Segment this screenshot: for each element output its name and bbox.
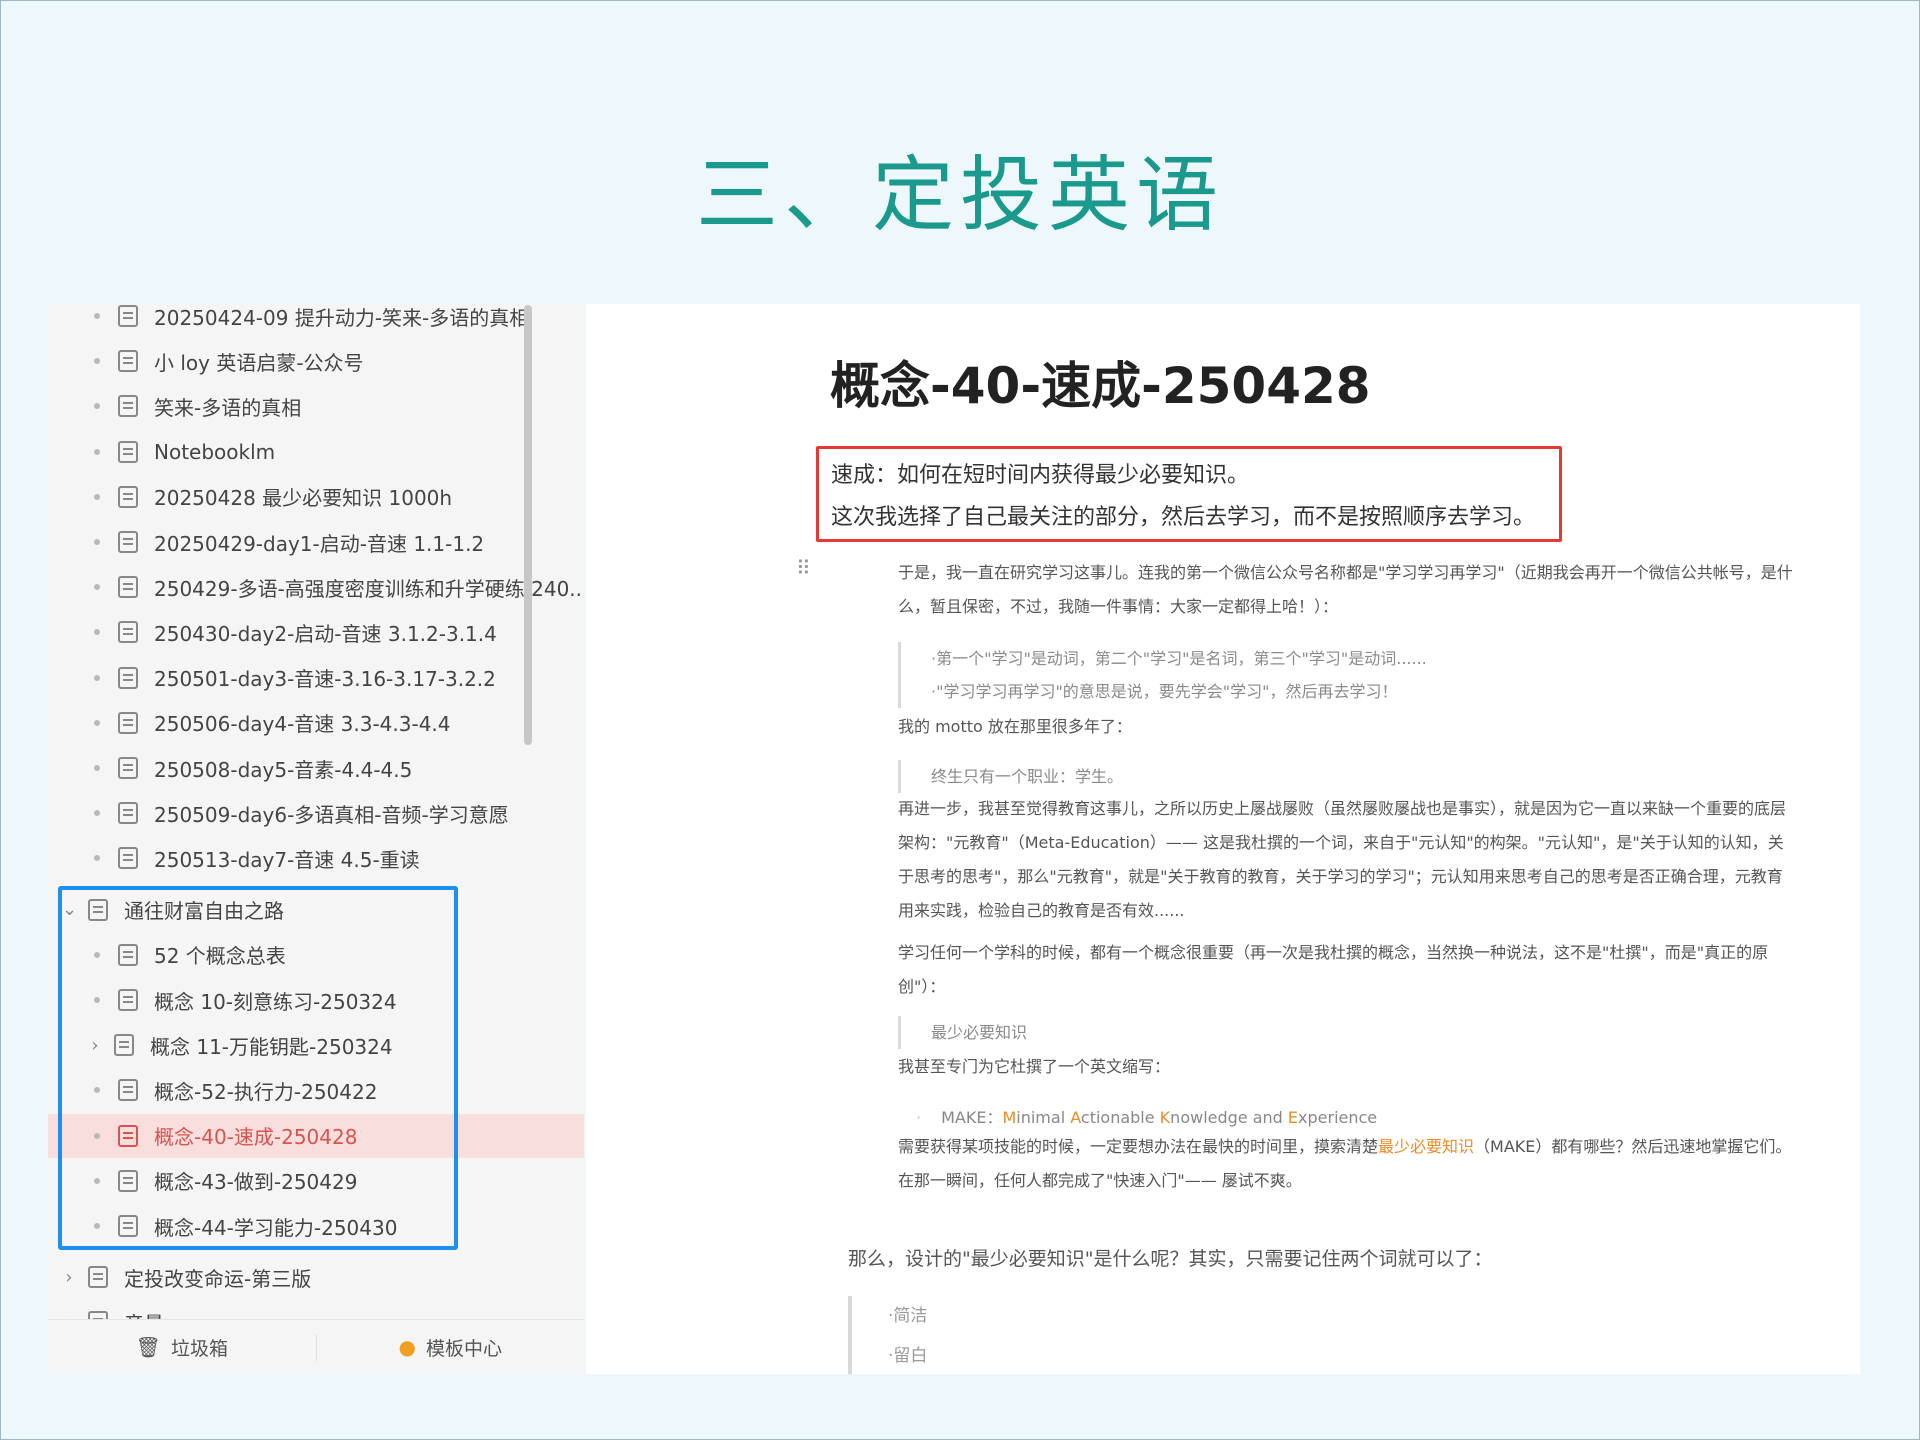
tree-item-label: 250429-多语-高强度密度训练和升学硬练 240... <box>154 576 584 601</box>
document-icon <box>118 666 138 689</box>
sidebar-item[interactable]: 250501-day3-音速-3.16-3.17-3.2.2 <box>48 656 584 700</box>
make-acronym: · MAKE：Minimal Actionable Knowledge and E… <box>916 1108 1378 1127</box>
document-icon <box>118 395 138 418</box>
bullet-dot <box>94 674 100 681</box>
document-icon <box>118 757 138 779</box>
bullet-dot <box>94 855 100 862</box>
tree-item-label: Notebooklm <box>154 439 276 464</box>
document-icon <box>118 802 138 825</box>
chevron-right-icon[interactable]: › <box>62 1267 76 1288</box>
bullet-dot <box>94 403 100 410</box>
sidebar-item[interactable]: 250506-day4-音速 3.3-4.3-4.4 <box>48 701 584 745</box>
template-center-button[interactable]: ● 模板中心 <box>315 1333 585 1361</box>
highlight-line-1: 速成：如何在短时间内获得最少必要知识。 <box>831 463 1250 488</box>
bullet-dot <box>94 810 100 817</box>
document-icon <box>118 711 138 734</box>
template-icon: ● <box>398 1335 416 1359</box>
sidebar-item[interactable]: 250508-day5-音素-4.4-4.5 <box>48 746 584 790</box>
trash-button[interactable]: 🗑 垃圾箱 <box>48 1334 316 1361</box>
paragraph-3: 再进一步，我甚至觉得教育这事儿，之所以历史上屡战屡败（虽然屡败屡战也是事实），就… <box>898 799 1787 920</box>
bullet-dot <box>94 629 100 636</box>
document-icon <box>118 305 138 327</box>
document-icon <box>118 576 138 599</box>
drag-handle-icon[interactable]: ⠿ <box>796 556 812 580</box>
paragraph-5: 我甚至专门为它杜撰了一个英文缩写： <box>898 1057 1171 1076</box>
bullet-dot <box>94 493 100 500</box>
sidebar-section[interactable]: › 定投改变命运-第三版 <box>48 1255 584 1299</box>
document-icon <box>118 621 138 644</box>
quote-3: 最少必要知识 <box>898 1016 1811 1049</box>
bullet-dot <box>94 448 100 455</box>
quote-2: 终生只有一个职业：学生。 <box>898 760 1811 793</box>
annotation-blue-box <box>58 886 458 1250</box>
tree-item-label: 250513-day7-音速 4.5-重读 <box>154 847 420 872</box>
tree-item-label: 小 loy 英语启蒙-公众号 <box>154 350 364 375</box>
paragraph-6: 需要获得某项技能的时候，一定要想办法在最快的时间里，摸索清楚最少必要知识（MAK… <box>898 1137 1792 1190</box>
sidebar-scrollbar[interactable] <box>524 305 532 745</box>
tree-item-label: 250430-day2-启动-音速 3.1.2-3.1.4 <box>154 621 497 646</box>
bullet-dot <box>94 584 100 591</box>
sidebar-item[interactable]: 250513-day7-音速 4.5-重读 <box>48 836 584 880</box>
sidebar-item[interactable]: 小 loy 英语启蒙-公众号 <box>48 339 584 383</box>
tree-item-label: 定投改变命运-第三版 <box>124 1266 312 1291</box>
sidebar-item[interactable]: 笑来-多语的真相 <box>48 384 584 428</box>
paragraph-4: 学习任何一个学科的时候，都有一个概念很重要（再一次是我杜撰的概念，当然换一种说法… <box>898 943 1769 996</box>
document-pane: 概念-40-速成-250428 速成：如何在短时间内获得最少必要知识。 这次我选… <box>586 304 1860 1374</box>
document-title: 概念-40-速成-250428 <box>830 357 1371 415</box>
paragraph-7: 那么，设计的"最少必要知识"是什么呢？其实，只需要记住两个词就可以了： <box>848 1248 1493 1270</box>
document-icon <box>88 1266 108 1289</box>
paragraph-1: 于是，我一直在研究学习这事儿。连我的第一个微信公众号名称都是"学习学习再学习"（… <box>898 563 1793 616</box>
highlight-line-2: 这次我选择了自己最关注的部分，然后去学习，而不是按照顺序去学习。 <box>831 505 1536 530</box>
tree-item-label: 250509-day6-多语真相-音频-学习意愿 <box>154 802 509 827</box>
bullet-dot <box>94 313 100 319</box>
document-icon <box>118 847 138 870</box>
sidebar-item[interactable]: 250509-day6-多语真相-音频-学习意愿 <box>48 791 584 835</box>
template-label: 模板中心 <box>425 1337 502 1360</box>
quote-4-line-1: ·简洁 <box>888 1306 928 1326</box>
tree-item-label: 20250428 最少必要知识 1000h <box>154 486 453 511</box>
quote-4: ·简洁 ·留白 <box>848 1296 1488 1374</box>
sidebar-item[interactable]: Notebooklm <box>48 430 584 474</box>
sidebar-item[interactable]: 20250429-day1-启动-音速 1.1-1.2 <box>48 520 584 564</box>
quote-1: ·第一个"学习"是动词，第二个"学习"是名词，第三个"学习"是动词...... … <box>898 642 1811 708</box>
tree-item-label: 笑来-多语的真相 <box>154 395 302 420</box>
paragraph-2: 我的 motto 放在那里很多年了： <box>898 717 1132 736</box>
tree-item-label: 20250424-09 提升动力-笑来-多语的真相 <box>154 305 530 330</box>
sidebar-item[interactable]: 250429-多语-高强度密度训练和升学硬练 240... <box>48 565 584 609</box>
document-icon <box>118 531 138 553</box>
bullet-dot <box>94 719 100 726</box>
quote-4-line-2: ·留白 <box>888 1346 928 1366</box>
quote-1-line-1: ·第一个"学习"是动词，第二个"学习"是名词，第三个"学习"是动词...... <box>931 649 1427 668</box>
slide-title: 三、定投英语 <box>695 148 1224 243</box>
document-icon <box>118 485 138 508</box>
quote-1-line-2: ·"学习学习再学习"的意思是说，要先学会"学习"，然后再去学习！ <box>931 682 1398 701</box>
tree-item-label: 250506-day4-音速 3.3-4.3-4.4 <box>154 712 451 737</box>
trash-icon: 🗑 <box>135 1335 161 1359</box>
bullet-dot <box>94 765 100 771</box>
bullet-dot <box>94 358 100 365</box>
annotation-red-box: 速成：如何在短时间内获得最少必要知识。 这次我选择了自己最关注的部分，然后去学习… <box>816 446 1562 542</box>
sidebar-footer: 🗑 垃圾箱 ● 模板中心 <box>48 1319 584 1374</box>
sidebar-item[interactable]: 20250424-09 提升动力-笑来-多语的真相 <box>48 304 584 338</box>
document-icon <box>118 440 138 463</box>
trash-label: 垃圾箱 <box>170 1337 228 1360</box>
tree-item-label: 250508-day5-音素-4.4-4.5 <box>154 757 413 782</box>
bullet-dot <box>94 539 100 545</box>
sidebar-item[interactable]: 20250428 最少必要知识 1000h <box>48 475 584 519</box>
sidebar-item[interactable]: 250430-day2-启动-音速 3.1.2-3.1.4 <box>48 610 584 654</box>
tree-item-label: 250501-day3-音速-3.16-3.17-3.2.2 <box>154 667 496 692</box>
document-icon <box>118 350 138 373</box>
tree-item-label: 20250429-day1-启动-音速 1.1-1.2 <box>154 531 485 556</box>
